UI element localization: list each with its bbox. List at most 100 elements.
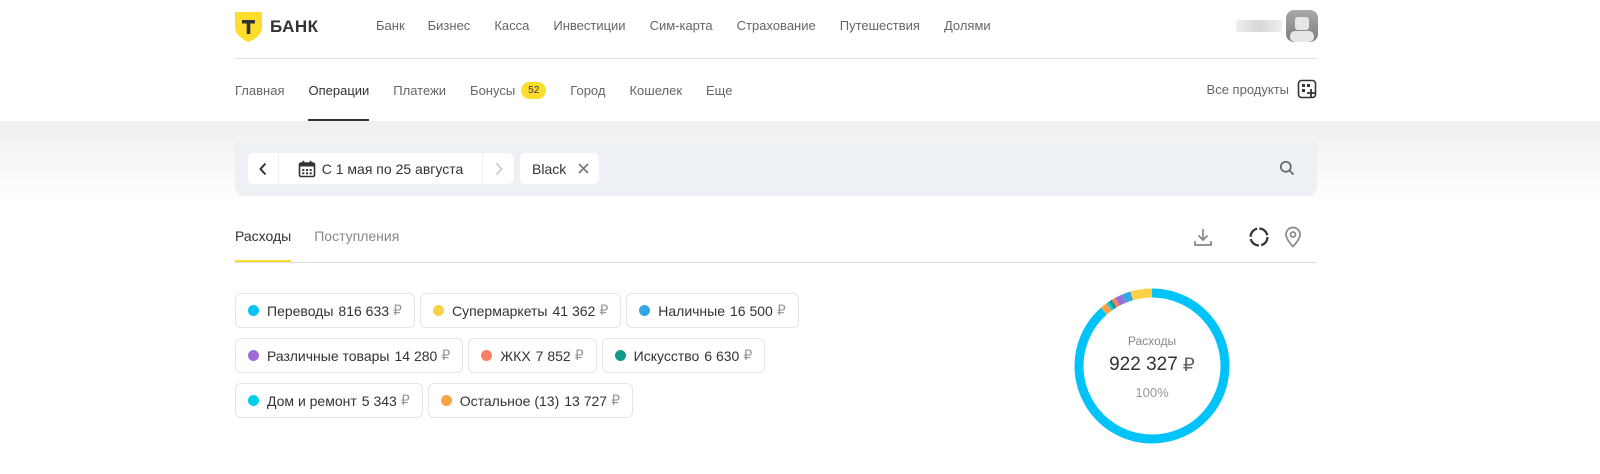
tab-bonuses[interactable]: Бонусы 52 <box>470 82 547 99</box>
category-name: ЖКХ <box>500 347 531 364</box>
tab-income[interactable]: Поступления <box>314 228 399 244</box>
currency-symbol: ₽ <box>393 302 402 318</box>
category-color-dot <box>481 350 493 361</box>
category-chip[interactable]: Наличные 16 500 ₽ <box>626 293 799 328</box>
currency-symbol: ₽ <box>441 347 451 363</box>
donut-label: Расходы <box>1127 334 1177 348</box>
donut-chart-icon <box>1249 227 1269 247</box>
tab-actions <box>1190 224 1306 250</box>
top-nav-item-bank[interactable]: Банк <box>376 18 405 33</box>
category-color-dot <box>440 395 452 406</box>
card-filter-label: Black <box>532 160 567 177</box>
category-chip[interactable]: Дом и ремонт 5 343 ₽ <box>235 383 423 418</box>
date-range-label: С 1 мая по 25 августа <box>321 160 464 177</box>
category-chip[interactable]: Остальное (13) 13 727 ₽ <box>427 383 633 418</box>
avatar-image-icon <box>1290 17 1314 42</box>
user-name-blurred[interactable] <box>1236 20 1282 32</box>
tab-city-label: Город <box>570 83 606 98</box>
tab-home-label: Главная <box>235 83 285 98</box>
category-chip[interactable]: Искусство 6 630 ₽ <box>601 338 766 373</box>
category-color-dot <box>248 305 259 316</box>
grid-plus-icon <box>1297 79 1317 99</box>
category-color-dot <box>614 350 626 361</box>
bonus-count-badge: 52 <box>521 82 547 99</box>
category-amount: 5 343 <box>361 392 397 409</box>
category-chip[interactable]: Различные товары 14 280 ₽ <box>235 338 464 373</box>
card-filter-chip[interactable]: Black <box>520 153 600 184</box>
top-bar: БАНК Банк Бизнес Касса Инвестиции Сим-ка… <box>0 0 1600 58</box>
top-nav-item-business[interactable]: Бизнес <box>428 18 471 33</box>
currency-symbol: ₽ <box>574 347 584 363</box>
category-chip[interactable]: Супермаркеты 41 362 ₽ <box>419 293 622 328</box>
operations-filter-bar: С 1 мая по 25 августа Black <box>235 141 1317 196</box>
donut-summary: Расходы 922 327 ₽ 100% <box>1072 286 1232 446</box>
tab-wallet-label: Кошелек <box>629 83 683 98</box>
currency-symbol: ₽ <box>400 392 410 408</box>
currency-symbol: ₽ <box>743 347 753 363</box>
top-nav-item-travel[interactable]: Путешествия <box>840 18 920 33</box>
calendar-icon <box>298 160 316 177</box>
tab-payments[interactable]: Платежи <box>393 82 446 99</box>
category-name: Искусство <box>633 347 700 364</box>
section-nav: Главная Операции Платежи Бонусы 52 Город… <box>235 59 1317 121</box>
donut-total-amount: 922 327 <box>1109 354 1178 375</box>
download-icon <box>1194 229 1212 246</box>
brand-name: БАНК <box>270 17 319 36</box>
top-nav-item-insurance[interactable]: Страхование <box>737 18 816 33</box>
chart-view-button[interactable] <box>1246 224 1272 250</box>
category-name: Различные товары <box>267 347 390 364</box>
tabs-divider <box>235 262 1317 263</box>
tab-city[interactable]: Город <box>570 82 605 99</box>
donut-total: 922 327 ₽ <box>1109 354 1195 377</box>
chevron-right-icon <box>495 162 503 175</box>
period-prev-button[interactable] <box>248 153 279 184</box>
category-amount: 7 852 <box>535 347 571 364</box>
expense-categories: Переводы 816 633 ₽ Супермаркеты 41 362 ₽… <box>235 293 835 428</box>
currency-symbol: ₽ <box>1182 355 1195 376</box>
currency-symbol: ₽ <box>776 302 786 318</box>
tab-operations-label: Операции <box>308 83 370 98</box>
date-range-picker[interactable]: С 1 мая по 25 августа <box>279 153 483 184</box>
category-color-dot <box>248 350 259 361</box>
avatar[interactable] <box>1286 10 1318 42</box>
location-pin-icon <box>1285 226 1301 248</box>
top-nav-item-dolyami[interactable]: Долями <box>944 18 991 33</box>
top-nav-item-kassa[interactable]: Касса <box>494 18 529 33</box>
category-name: Супермаркеты <box>451 302 548 319</box>
all-products-label: Все продукты <box>1206 81 1289 97</box>
download-button[interactable] <box>1190 224 1216 250</box>
chevron-left-icon <box>259 162 267 175</box>
currency-symbol: ₽ <box>611 392 620 408</box>
tab-operations[interactable]: Операции <box>308 82 370 121</box>
category-name: Остальное (13) <box>459 392 560 409</box>
tab-expenses[interactable]: Расходы <box>235 228 292 262</box>
brand-logo[interactable]: БАНК <box>235 12 319 42</box>
category-color-dot <box>432 305 444 316</box>
search-button[interactable] <box>1279 160 1295 181</box>
category-name: Дом и ремонт <box>267 392 357 409</box>
top-nav-item-investments[interactable]: Инвестиции <box>553 18 625 33</box>
operations-type-tabs: Расходы Поступления <box>235 228 399 262</box>
tab-more[interactable]: Еще <box>706 82 732 99</box>
top-nav-item-sim-card[interactable]: Сим-карта <box>650 18 713 33</box>
category-chip[interactable]: Переводы 816 633 ₽ <box>235 293 415 328</box>
close-icon[interactable] <box>578 163 589 174</box>
map-view-button[interactable] <box>1280 224 1306 250</box>
top-nav: Банк Бизнес Касса Инвестиции Сим-карта С… <box>376 18 991 33</box>
currency-symbol: ₽ <box>599 302 609 318</box>
category-color-dot <box>248 395 259 406</box>
category-amount: 13 727 <box>564 392 608 409</box>
tab-payments-label: Платежи <box>393 83 447 98</box>
category-amount: 6 630 <box>704 347 740 364</box>
tab-more-label: Еще <box>706 83 733 98</box>
category-name: Наличные <box>658 302 726 319</box>
category-amount: 816 633 <box>338 302 390 319</box>
category-chip[interactable]: ЖКХ 7 852 ₽ <box>468 338 597 373</box>
tab-wallet[interactable]: Кошелек <box>629 82 682 99</box>
tab-home[interactable]: Главная <box>235 82 284 99</box>
search-icon <box>1279 160 1295 176</box>
period-next-button[interactable] <box>483 153 514 184</box>
category-amount: 16 500 <box>730 302 773 319</box>
all-products-button[interactable]: Все продукты <box>1207 79 1317 99</box>
category-amount: 14 280 <box>394 347 438 364</box>
